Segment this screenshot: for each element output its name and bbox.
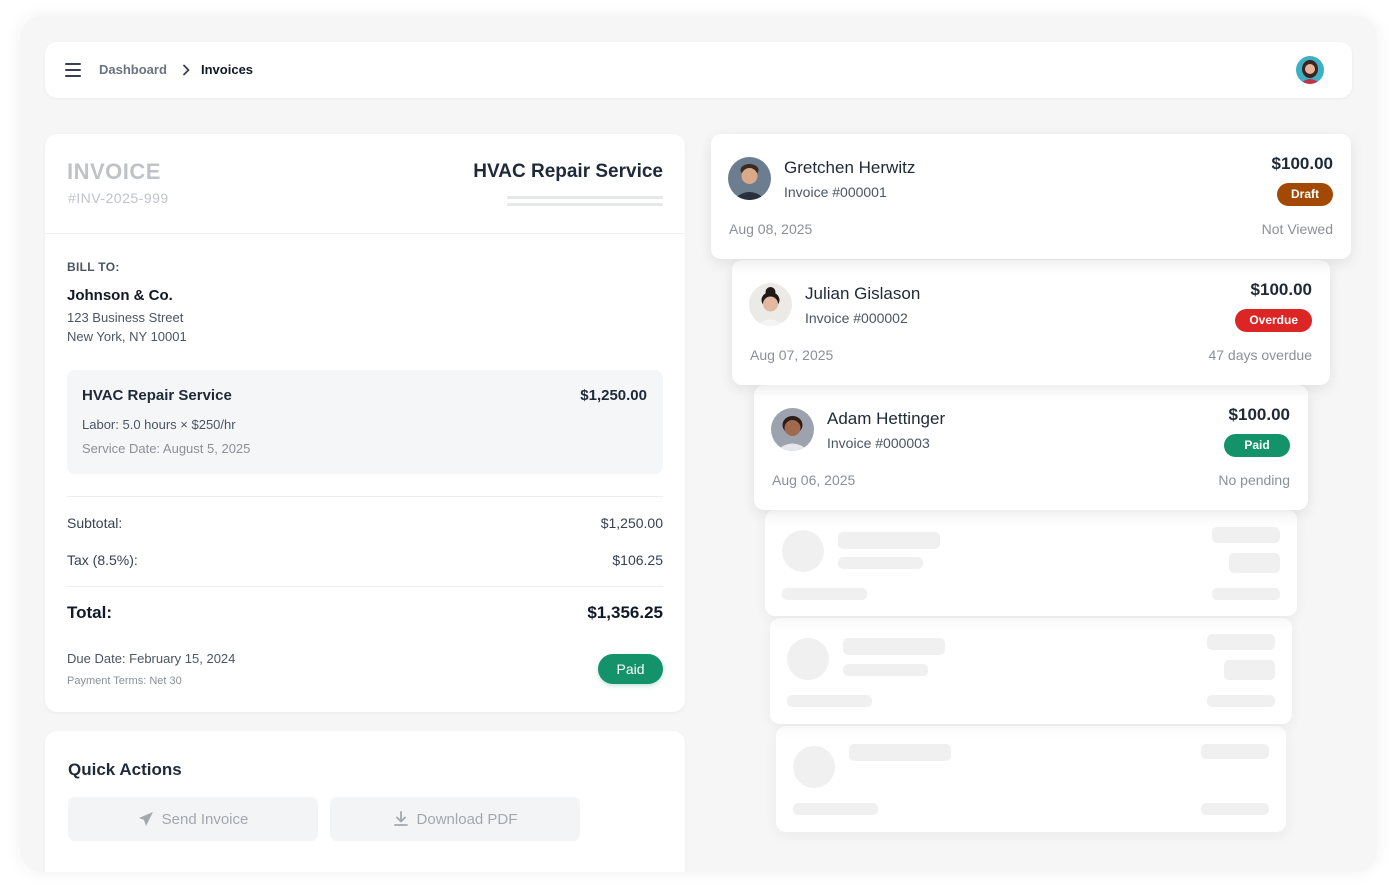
skeleton-line [1212, 527, 1280, 543]
hamburger-menu-icon[interactable] [65, 63, 81, 77]
client-name: Adam Hettinger [827, 409, 946, 428]
skeleton-line [787, 695, 872, 707]
skeleton-line [1229, 553, 1280, 573]
client-avatar [728, 157, 771, 200]
send-invoice-button[interactable]: Send Invoice [68, 797, 318, 841]
address-line-1: 123 Business Street [67, 310, 184, 325]
total-label: Total: [67, 603, 113, 622]
invoice-header: INVOICE #INV-2025-999 HVAC Repair Servic… [45, 134, 685, 234]
top-bar: Dashboard Invoices [45, 42, 1352, 98]
paper-plane-icon [138, 812, 153, 826]
subtotal-value: $1,250.00 [600, 515, 663, 531]
invoice-status-text: Not Viewed [1261, 221, 1333, 237]
line-item-name: HVAC Repair Service [82, 387, 232, 404]
invoice-amount: $100.00 [1250, 280, 1312, 299]
skeleton-line [782, 588, 867, 600]
skeleton-avatar [787, 638, 829, 680]
client-name: Julian Gislason [805, 284, 921, 303]
invoice-number: #INV-2025-999 [68, 190, 169, 206]
tax-value: $106.25 [612, 552, 663, 568]
invoice-list-item[interactable]: Adam Hettinger Invoice #000003 $100.00 P… [754, 385, 1308, 510]
skeleton-line [1207, 634, 1275, 650]
invoice-id: Invoice #000001 [784, 184, 887, 200]
quick-actions-title: Quick Actions [68, 760, 182, 779]
skeleton-line [1224, 660, 1275, 680]
invoice-list-item[interactable]: Julian Gislason Invoice #000002 $100.00 … [732, 260, 1330, 385]
line-item-labor: Labor: 5.0 hours × $250/hr [82, 417, 236, 432]
chevron-right-icon [183, 64, 190, 76]
app-frame: Dashboard Invoices INVOICE #INV-2025-999… [20, 16, 1377, 872]
skeleton-line [838, 557, 923, 569]
divider [67, 586, 663, 587]
skeleton-card [776, 726, 1286, 832]
line-item: HVAC Repair Service $1,250.00 Labor: 5.0… [67, 370, 663, 474]
payment-terms: Payment Terms: Net 30 [67, 675, 182, 687]
invoice-detail-card: INVOICE #INV-2025-999 HVAC Repair Servic… [45, 134, 685, 712]
skeleton-line [838, 532, 940, 549]
skeleton-line [1201, 803, 1269, 815]
status-badge[interactable]: Paid [598, 654, 663, 684]
subtotal-label: Subtotal: [67, 515, 123, 531]
bill-to-label: BILL TO: [67, 260, 120, 274]
divider [67, 496, 663, 497]
skeleton-line [793, 803, 878, 815]
breadcrumb-invoices: Invoices [201, 62, 254, 77]
download-pdf-button[interactable]: Download PDF [330, 797, 580, 841]
skeleton-card [765, 510, 1297, 616]
breadcrumb-dashboard[interactable]: Dashboard [99, 62, 167, 77]
line-item-service-date: Service Date: August 5, 2025 [82, 441, 251, 456]
status-badge: Draft [1276, 183, 1333, 206]
skeleton-line [843, 638, 945, 655]
status-badge: Paid [1224, 434, 1290, 457]
client-avatar [771, 408, 814, 451]
placeholder-line [507, 196, 663, 199]
invoice-list-item[interactable]: Gretchen Herwitz Invoice #000001 $100.00… [711, 134, 1351, 259]
line-item-amount: $1,250.00 [580, 387, 647, 404]
skeleton-card [770, 618, 1292, 724]
skeleton-line [849, 744, 951, 761]
invoice-amount: $100.00 [1228, 405, 1290, 424]
user-avatar[interactable] [1296, 56, 1324, 84]
invoice-id: Invoice #000002 [805, 310, 908, 326]
invoice-status-text: 47 days overdue [1208, 347, 1312, 363]
tax-label: Tax (8.5%): [67, 552, 138, 568]
skeleton-line [1201, 744, 1269, 759]
invoice-status-text: No pending [1218, 472, 1290, 488]
invoice-id: Invoice #000003 [827, 435, 930, 451]
invoice-date: Aug 08, 2025 [729, 221, 813, 237]
invoice-title: INVOICE [67, 159, 161, 184]
status-badge: Overdue [1235, 309, 1312, 332]
invoice-amount: $100.00 [1271, 154, 1333, 173]
client-name: Gretchen Herwitz [784, 158, 916, 177]
invoice-date: Aug 06, 2025 [772, 472, 856, 488]
client-avatar [749, 283, 792, 326]
skeleton-avatar [782, 530, 824, 572]
skeleton-line [1207, 695, 1275, 707]
invoice-service-title: HVAC Repair Service [473, 161, 663, 182]
total-value: $1,356.25 [587, 603, 663, 622]
download-pdf-label: Download PDF [416, 810, 518, 828]
send-invoice-label: Send Invoice [161, 810, 249, 828]
invoice-date: Aug 07, 2025 [750, 347, 834, 363]
skeleton-avatar [793, 746, 835, 788]
placeholder-line [507, 203, 663, 206]
skeleton-line [1212, 588, 1280, 600]
address-line-2: New York, NY 10001 [67, 329, 187, 344]
skeleton-line [843, 664, 928, 676]
due-date: Due Date: February 15, 2024 [67, 651, 236, 666]
quick-actions-card: Quick Actions Send Invoice Download PDF [45, 731, 685, 872]
download-icon [393, 811, 408, 826]
bill-to-name: Johnson & Co. [67, 287, 173, 304]
